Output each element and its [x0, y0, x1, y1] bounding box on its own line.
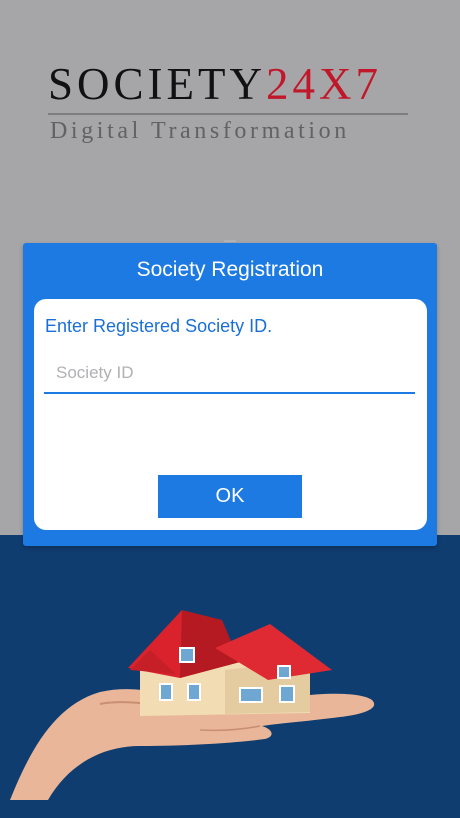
house-in-hand-icon: [10, 610, 375, 800]
ok-button[interactable]: OK: [158, 475, 302, 518]
registration-dialog: Society Registration Enter Registered So…: [23, 243, 437, 546]
dialog-title: Society Registration: [136, 258, 324, 281]
logo-tagline: Digital Transformation: [50, 118, 350, 144]
dialog-body: Enter Registered Society ID. OK: [34, 299, 427, 530]
dialog-prompt: Enter Registered Society ID.: [45, 316, 273, 336]
logo-name: SOCIETY: [48, 59, 266, 109]
logo-number: 24X7: [266, 59, 382, 109]
logo-wordmark: SOCIETY24X7: [48, 58, 382, 110]
society-id-input[interactable]: [44, 354, 415, 394]
app-logo: SOCIETY24X7 Digital Transformation: [48, 58, 410, 150]
logo-divider: [48, 113, 408, 115]
